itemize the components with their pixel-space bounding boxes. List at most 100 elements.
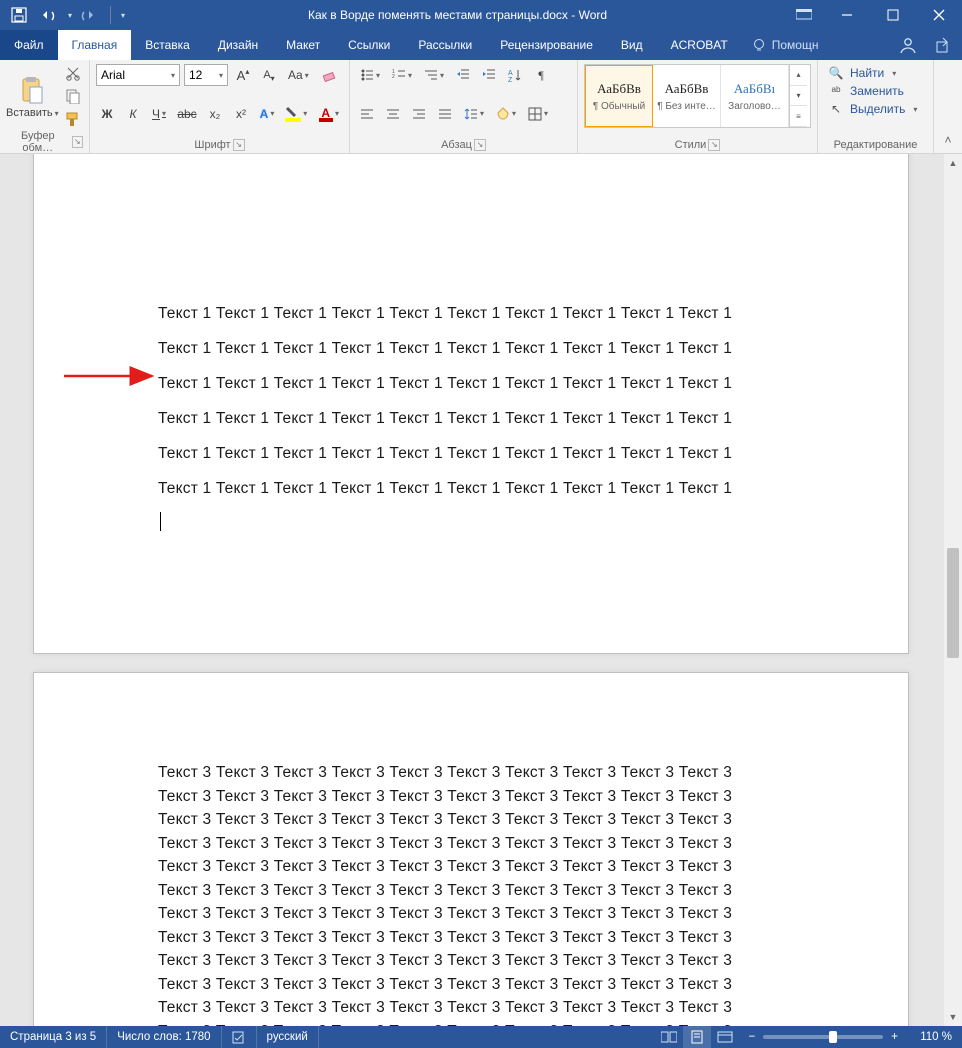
line-spacing-icon bbox=[464, 107, 478, 121]
maximize-button[interactable] bbox=[870, 0, 916, 30]
tab-mailings[interactable]: Рассылки bbox=[404, 30, 486, 60]
borders-button[interactable]: ▾ bbox=[524, 103, 552, 125]
zoom-in-button[interactable]: + bbox=[891, 1031, 898, 1043]
paragraph-launcher[interactable]: ↘ bbox=[474, 139, 486, 151]
font-name-combo[interactable]: Arial▾ bbox=[96, 64, 180, 86]
bold-button[interactable]: Ж bbox=[96, 103, 118, 125]
styles-launcher[interactable]: ↘ bbox=[708, 139, 720, 151]
scroll-thumb[interactable] bbox=[947, 548, 959, 658]
cut-icon bbox=[65, 65, 81, 81]
minimize-button[interactable] bbox=[824, 0, 870, 30]
underline-button[interactable]: Ч▾ bbox=[148, 103, 170, 125]
style-normal[interactable]: АаБбВв ¶ Обычный bbox=[585, 65, 653, 127]
zoom-slider[interactable] bbox=[763, 1035, 883, 1039]
superscript-button[interactable]: x² bbox=[230, 103, 252, 125]
svg-text:Z: Z bbox=[508, 77, 513, 82]
decrease-indent-button[interactable] bbox=[452, 64, 474, 86]
increase-indent-button[interactable] bbox=[478, 64, 500, 86]
align-center-button[interactable] bbox=[382, 103, 404, 125]
text-effects-button[interactable]: A▾ bbox=[256, 103, 278, 125]
vertical-scrollbar[interactable]: ▲ ▼ bbox=[944, 154, 962, 1026]
scroll-down-button[interactable]: ▼ bbox=[944, 1008, 962, 1026]
status-language[interactable]: русский bbox=[257, 1026, 319, 1048]
zoom-level[interactable]: 110 % bbox=[906, 1031, 952, 1043]
page-1-body[interactable]: Текст 1 Текст 1 Текст 1 Текст 1 Текст 1 … bbox=[158, 296, 828, 541]
maximize-icon bbox=[887, 9, 899, 21]
shrink-font-button[interactable]: A▾ bbox=[258, 64, 280, 86]
italic-button[interactable]: К bbox=[122, 103, 144, 125]
status-words[interactable]: Число слов: 1780 bbox=[107, 1026, 221, 1048]
style-nospacing[interactable]: АаБбВв ¶ Без инте… bbox=[653, 65, 721, 127]
share-button[interactable] bbox=[926, 30, 962, 60]
style-heading1[interactable]: АаБбВı Заголово… bbox=[721, 65, 789, 127]
zoom-out-button[interactable]: − bbox=[749, 1031, 756, 1043]
tab-home[interactable]: Главная bbox=[58, 30, 132, 60]
scroll-track[interactable] bbox=[944, 172, 962, 1008]
svg-text:A: A bbox=[508, 70, 513, 77]
multilevel-button[interactable]: ▾ bbox=[420, 64, 448, 86]
page-3[interactable]: Текст 3 Текст 3 Текст 3 Текст 3 Текст 3 … bbox=[33, 672, 909, 1026]
font-color-button[interactable]: A▾ bbox=[315, 103, 343, 125]
page-1[interactable]: Текст 1 Текст 1 Текст 1 Текст 1 Текст 1 … bbox=[33, 154, 909, 654]
strike-button[interactable]: abc bbox=[174, 103, 200, 125]
page-3-body[interactable]: Текст 3 Текст 3 Текст 3 Текст 3 Текст 3 … bbox=[158, 761, 828, 1026]
status-proofing[interactable] bbox=[222, 1026, 257, 1048]
view-web-button[interactable] bbox=[711, 1026, 739, 1048]
tab-design[interactable]: Дизайн bbox=[204, 30, 272, 60]
clear-formatting-button[interactable] bbox=[317, 64, 341, 86]
select-button[interactable]: ↖Выделить▾ bbox=[824, 100, 927, 118]
justify-button[interactable] bbox=[434, 103, 456, 125]
zoom-thumb[interactable] bbox=[829, 1031, 837, 1043]
copy-button[interactable] bbox=[61, 87, 85, 106]
tab-layout[interactable]: Макет bbox=[272, 30, 334, 60]
qat-customize-dropdown[interactable]: ▾ bbox=[121, 11, 125, 20]
tell-me[interactable]: Помощн bbox=[742, 30, 829, 60]
view-print-button[interactable] bbox=[683, 1026, 711, 1048]
format-painter-button[interactable] bbox=[61, 109, 85, 128]
font-size-combo[interactable]: 12▾ bbox=[184, 64, 228, 86]
show-marks-button[interactable]: ¶ bbox=[530, 64, 552, 86]
undo-button[interactable] bbox=[36, 2, 62, 28]
bullets-button[interactable]: ▾ bbox=[356, 64, 384, 86]
tab-review[interactable]: Рецензирование bbox=[486, 30, 607, 60]
font-launcher[interactable]: ↘ bbox=[233, 139, 245, 151]
minimize-icon bbox=[841, 9, 853, 21]
tab-references[interactable]: Ссылки bbox=[334, 30, 404, 60]
save-button[interactable] bbox=[6, 2, 32, 28]
close-button[interactable] bbox=[916, 0, 962, 30]
document-area[interactable]: Текст 1 Текст 1 Текст 1 Текст 1 Текст 1 … bbox=[0, 154, 962, 1026]
styles-gallery[interactable]: АаБбВв ¶ Обычный АаБбВв ¶ Без инте… АаБб… bbox=[584, 64, 811, 128]
tab-file[interactable]: Файл bbox=[0, 30, 58, 60]
tab-view[interactable]: Вид bbox=[607, 30, 657, 60]
font-group-label: Шрифт bbox=[194, 139, 230, 151]
line-spacing-button[interactable]: ▾ bbox=[460, 103, 488, 125]
quick-access-toolbar: ▾ ▾ bbox=[0, 2, 131, 28]
align-right-button[interactable] bbox=[408, 103, 430, 125]
view-read-button[interactable] bbox=[655, 1026, 683, 1048]
find-button[interactable]: 🔍Найти▾ bbox=[824, 64, 927, 82]
numbering-button[interactable]: 12▾ bbox=[388, 64, 416, 86]
shading-button[interactable]: ▾ bbox=[492, 103, 520, 125]
format-painter-icon bbox=[65, 111, 81, 127]
tab-insert[interactable]: Вставка bbox=[131, 30, 204, 60]
subscript-button[interactable]: x₂ bbox=[204, 103, 226, 125]
replace-button[interactable]: ᵃᵇЗаменить bbox=[824, 82, 927, 100]
highlight-button[interactable]: ▾ bbox=[282, 103, 310, 125]
sort-button[interactable]: AZ bbox=[504, 64, 526, 86]
undo-dropdown[interactable]: ▾ bbox=[68, 11, 72, 20]
copy-icon bbox=[65, 88, 81, 104]
scroll-up-button[interactable]: ▲ bbox=[944, 154, 962, 172]
account-button[interactable] bbox=[890, 30, 926, 60]
change-case-button[interactable]: Aa▾ bbox=[284, 64, 313, 86]
redo-button[interactable] bbox=[76, 2, 102, 28]
grow-font-button[interactable]: A▴ bbox=[232, 64, 254, 86]
tab-acrobat[interactable]: ACROBAT bbox=[657, 30, 742, 60]
acrobat-task-pane-button[interactable] bbox=[784, 9, 824, 21]
cut-button[interactable] bbox=[61, 64, 85, 83]
clipboard-launcher[interactable]: ↘ bbox=[72, 136, 83, 148]
styles-scroll[interactable]: ▴▾≡ bbox=[789, 65, 807, 127]
align-left-button[interactable] bbox=[356, 103, 378, 125]
collapse-ribbon-button[interactable]: ˄ bbox=[934, 60, 962, 153]
paste-button[interactable]: Вставить▾ bbox=[6, 64, 59, 128]
status-page[interactable]: Страница 3 из 5 bbox=[0, 1026, 107, 1048]
